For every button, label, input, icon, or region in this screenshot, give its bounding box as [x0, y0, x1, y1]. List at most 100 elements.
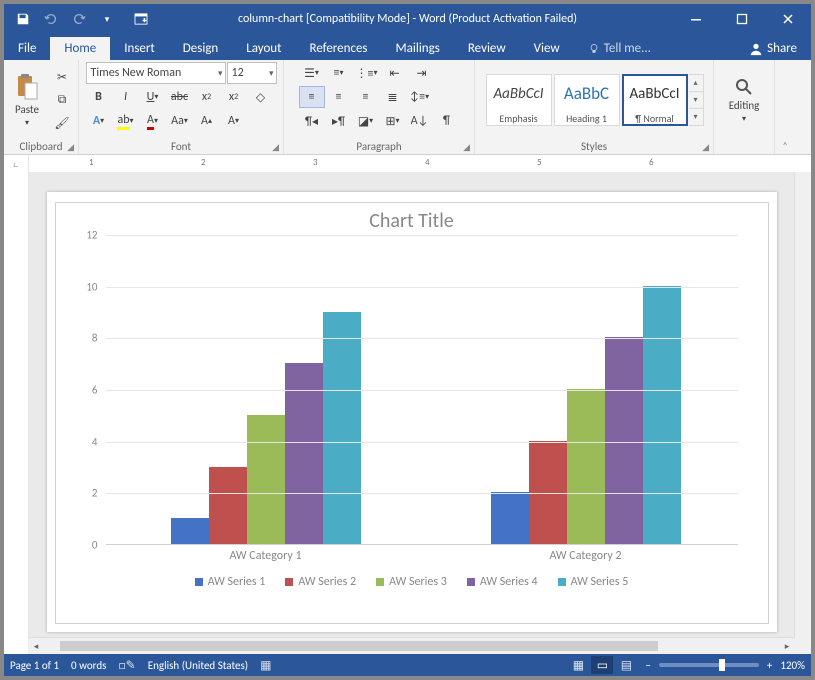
rtl-button[interactable]: ▸¶ [326, 110, 352, 132]
ruler-number: 6 [649, 157, 654, 168]
shrink-font-button[interactable]: A▾ [221, 110, 247, 132]
print-layout-button[interactable]: ▭ [591, 656, 613, 674]
show-hide-button[interactable]: ¶ [434, 110, 460, 132]
status-page[interactable]: Page 1 of 1 [10, 659, 59, 672]
zoom-out-button[interactable]: − [645, 659, 650, 672]
chart-x-labels: AW Category 1AW Category 2 [106, 545, 748, 569]
hscroll-right-button[interactable]: ▸ [779, 638, 795, 654]
status-language[interactable]: English (United States) [148, 659, 248, 672]
tab-file[interactable]: File [4, 37, 50, 60]
multilevel-button[interactable]: ⋮≡▾ [353, 62, 381, 84]
styles-gallery-scroll[interactable]: ▴▾▾ [689, 74, 704, 126]
font-name-select[interactable]: Times New Roman [86, 62, 226, 84]
group-font-label: Font [171, 140, 191, 153]
zoom-in-button[interactable]: + [767, 659, 772, 672]
bullets-button[interactable]: ☰▾ [299, 62, 325, 84]
hscroll-left-button[interactable]: ◂ [28, 638, 44, 654]
status-words[interactable]: 0 words [71, 659, 106, 672]
share-button[interactable]: Share [743, 37, 807, 60]
styles-gallery[interactable]: AaBbCcI Emphasis AaBbC Heading 1 AaBbCcI… [485, 74, 704, 126]
decrease-indent-button[interactable]: ⇤ [382, 62, 408, 84]
qat-customize-button[interactable]: ▾ [96, 8, 118, 30]
font-size-select[interactable]: 12 [227, 62, 277, 84]
undo-button[interactable] [40, 8, 62, 30]
tab-layout[interactable]: Layout [232, 37, 295, 60]
tab-home[interactable]: Home [50, 37, 110, 60]
vertical-ruler[interactable] [4, 172, 29, 654]
tab-design[interactable]: Design [169, 37, 232, 60]
clipboard-launcher[interactable]: ◢ [67, 142, 74, 153]
align-right-button[interactable]: ≡ [353, 86, 379, 108]
horizontal-scrollbar[interactable]: ◂ ▸ [28, 637, 795, 654]
hscroll-thumb[interactable] [60, 641, 658, 651]
grow-font-button[interactable]: A▴ [194, 110, 220, 132]
change-case-button[interactable]: Aa▾ [167, 110, 193, 132]
align-left-button[interactable]: ≡ [299, 86, 325, 108]
bar-aw-series-3 [567, 389, 605, 544]
tab-view[interactable]: View [520, 37, 574, 60]
bulb-icon [588, 43, 600, 55]
borders-button[interactable]: ⊞▾ [380, 110, 406, 132]
editing-button[interactable]: Editing ▾ [724, 65, 764, 135]
zoom-slider[interactable] [659, 663, 759, 667]
tell-me-search[interactable]: Tell me... [574, 37, 743, 60]
numbering-button[interactable]: ≡▾ [326, 62, 352, 84]
tab-review[interactable]: Review [454, 37, 520, 60]
document-scroll[interactable]: Chart Title 024681012 AW Category 1AW Ca… [29, 172, 794, 654]
copy-button[interactable]: ⧉ [49, 89, 75, 111]
maximize-button[interactable] [719, 4, 765, 34]
paste-button[interactable]: Paste ▾ [7, 65, 47, 135]
macro-icon[interactable]: ▦ [260, 658, 271, 673]
spellcheck-icon[interactable]: □✎ [118, 658, 135, 673]
vertical-scrollbar[interactable] [794, 172, 811, 654]
style-name: ¶ Normal [635, 112, 673, 125]
close-button[interactable] [765, 4, 811, 34]
style-heading1[interactable]: AaBbC Heading 1 [554, 74, 620, 126]
align-center-button[interactable]: ≡ [326, 86, 352, 108]
increase-indent-button[interactable]: ⇥ [409, 62, 435, 84]
chart-title: Chart Title [56, 203, 768, 235]
italic-button[interactable]: I [113, 86, 139, 108]
read-mode-button[interactable]: ▦ [567, 656, 589, 674]
legend-swatch [558, 578, 566, 586]
save-button[interactable] [12, 8, 34, 30]
styles-launcher[interactable]: ◢ [702, 142, 709, 153]
ribbon-display-options-button[interactable] [126, 4, 156, 34]
minimize-button[interactable] [673, 4, 719, 34]
tab-references[interactable]: References [296, 37, 382, 60]
ruler-number: 1 [89, 157, 94, 168]
redo-button[interactable] [68, 8, 90, 30]
bold-button[interactable]: B [86, 86, 112, 108]
tab-insert[interactable]: Insert [110, 37, 169, 60]
bar-aw-series-1 [491, 492, 529, 544]
highlight-button[interactable]: ab▾ [113, 110, 139, 132]
subscript-button[interactable]: x2 [194, 86, 220, 108]
titlebar: ▾ column-chart [Compatibility Mode] - Wo… [4, 4, 811, 34]
font-color-button[interactable]: A▾ [140, 110, 166, 132]
sort-button[interactable]: A↓ [407, 110, 433, 132]
style-emphasis[interactable]: AaBbCcI Emphasis [486, 74, 552, 126]
justify-button[interactable]: ≣ [380, 86, 406, 108]
chart-object[interactable]: Chart Title 024681012 AW Category 1AW Ca… [55, 202, 769, 624]
style-name: Heading 1 [566, 112, 607, 125]
zoom-level[interactable]: 120% [780, 659, 805, 672]
paragraph-launcher[interactable]: ◢ [463, 142, 470, 153]
collapse-ribbon-button[interactable]: ˄ [775, 60, 795, 154]
style-normal[interactable]: AaBbCcI ¶ Normal [622, 74, 688, 126]
underline-button[interactable]: U▾ [140, 86, 166, 108]
superscript-button[interactable]: x2 [221, 86, 247, 108]
web-layout-button[interactable]: ▤ [615, 656, 637, 674]
group-paragraph-label: Paragraph [356, 140, 401, 153]
clipboard-icon [15, 73, 39, 101]
font-launcher[interactable]: ◢ [272, 142, 279, 153]
shading-button[interactable]: ◪▾ [353, 110, 379, 132]
text-effects-button[interactable]: A▾ [86, 110, 112, 132]
line-spacing-button[interactable]: ↕≡▾ [407, 86, 433, 108]
tab-mailings[interactable]: Mailings [382, 37, 454, 60]
strikethrough-button[interactable]: abc [167, 86, 193, 108]
cut-button[interactable]: ✂ [49, 66, 75, 88]
clear-formatting-button[interactable]: ◇ [248, 86, 274, 108]
bar-aw-series-1 [171, 518, 209, 544]
format-painter-button[interactable]: 🖌 [49, 112, 75, 134]
ltr-button[interactable]: ¶◂ [299, 110, 325, 132]
